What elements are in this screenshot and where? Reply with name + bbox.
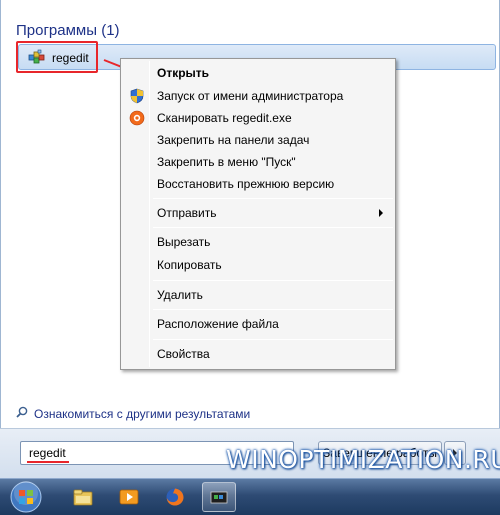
menu-separator	[153, 339, 393, 340]
highlight-frame	[16, 41, 98, 73]
search-text-underline	[27, 461, 69, 463]
menu-separator	[153, 309, 393, 310]
menu-item-properties[interactable]: Свойства	[123, 343, 393, 365]
menu-item-scan[interactable]: Сканировать regedit.exe	[123, 107, 393, 129]
menu-item-delete[interactable]: Удалить	[123, 284, 393, 306]
search-icon	[16, 406, 28, 421]
taskbar-regedit[interactable]	[202, 482, 236, 512]
menu-item-pin-taskbar[interactable]: Закрепить на панели задач	[123, 129, 393, 151]
menu-item-cut[interactable]: Вырезать	[123, 231, 393, 253]
more-results-link[interactable]: Ознакомиться с другими результатами	[16, 406, 250, 421]
windows-logo-icon	[10, 481, 42, 513]
section-header-programs: Программы (1)	[16, 22, 120, 39]
media-player-icon	[119, 489, 139, 505]
menu-item-open[interactable]: Открыть	[123, 62, 393, 84]
start-orb[interactable]	[6, 480, 46, 514]
submenu-arrow-icon	[379, 209, 383, 217]
menu-item-run-as-admin[interactable]: Запуск от имени администратора	[123, 85, 393, 107]
taskbar-media-player[interactable]	[112, 482, 146, 512]
taskbar-firefox[interactable]	[158, 482, 192, 512]
regedit-taskbar-icon	[210, 491, 228, 504]
explorer-icon	[73, 489, 93, 506]
menu-separator	[153, 280, 393, 281]
menu-item-copy[interactable]: Копировать	[123, 254, 393, 276]
context-menu: Открыть Запуск от имени администратора С…	[120, 58, 396, 370]
taskbar-explorer[interactable]	[66, 482, 100, 512]
watermark: WINOPTIMIZATION.RU	[226, 445, 500, 474]
antivirus-icon	[123, 107, 151, 129]
uac-shield-icon	[123, 85, 151, 107]
firefox-icon	[166, 488, 184, 506]
menu-item-pin-start[interactable]: Закрепить в меню "Пуск"	[123, 151, 393, 173]
menu-item-file-location[interactable]: Расположение файла	[123, 313, 393, 335]
menu-separator	[153, 198, 393, 199]
search-input-value: regedit	[29, 446, 66, 460]
menu-item-restore-previous[interactable]: Восстановить прежнюю версию	[123, 173, 393, 195]
menu-separator	[153, 227, 393, 228]
menu-item-send-to[interactable]: Отправить	[123, 202, 393, 224]
